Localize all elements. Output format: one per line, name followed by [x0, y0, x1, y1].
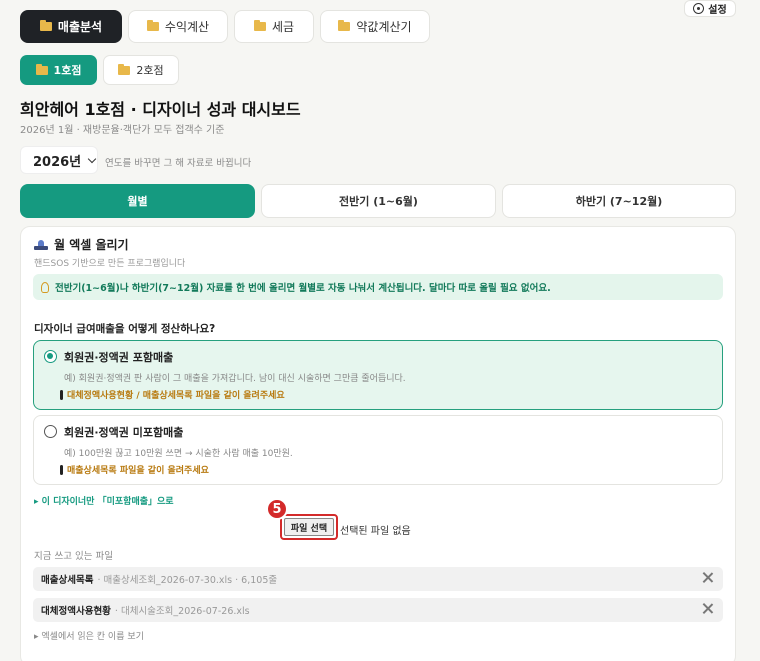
option-title: 회원권·정액권 미포함매출: [64, 426, 184, 439]
file-info: · 매출상세조회_2026-07-30.xls · 6,105줄: [97, 575, 278, 586]
tip-banner: 전반기(1~6월)나 하반기(7~12월) 자료를 한 번에 올리면 월별로 자…: [33, 274, 723, 300]
close-icon[interactable]: [702, 603, 713, 614]
period-tab-monthly[interactable]: 월별: [20, 184, 255, 218]
tab-tax[interactable]: 세금: [234, 10, 314, 43]
option-desc: 예) 회원권·정액권 판 사람이 그 매출을 가져갑니다. 남이 대신 시술하면…: [64, 374, 406, 384]
year-select[interactable]: 2026년: [20, 146, 98, 174]
step-badge: 5: [266, 498, 288, 520]
period-label: 하반기 (7~12월): [575, 195, 663, 208]
option-note: 대체정액사용현황 / 매출상세목록 파일을 같이 올려주세요: [60, 388, 285, 401]
option-include-membership[interactable]: 회원권·정액권 포함매출 예) 회원권·정액권 판 사람이 그 매출을 가져갑니…: [33, 340, 723, 410]
page-title: 희안헤어 1호점 · 디자이너 성과 대시보드: [20, 100, 301, 119]
year-hint: 연도를 바꾸면 그 해 자료로 바뀝니다: [105, 158, 252, 169]
upload-heading: 월 엑셀 올리기: [34, 236, 129, 253]
tab-label: 약값계산기: [356, 20, 412, 34]
radio-selected[interactable]: [44, 350, 57, 363]
tab-drug-calculator[interactable]: 약값계산기: [320, 10, 430, 43]
year-value: 2026년: [33, 154, 82, 170]
file-name: 매출상세목록: [41, 575, 94, 586]
current-files-label: 지금 쓰고 있는 파일: [34, 551, 113, 562]
period-tab-second-half[interactable]: 하반기 (7~12월): [502, 184, 736, 218]
tab-label: 매출분석: [57, 20, 103, 34]
file-marker-icon: [60, 389, 63, 400]
file-name: 대체정액사용현황: [41, 606, 111, 617]
folder-icon: [39, 20, 52, 31]
folder-icon: [35, 63, 48, 75]
no-file-text: 선택된 파일 없음: [340, 526, 411, 537]
gear-icon: [693, 3, 705, 14]
file-marker-icon: [60, 464, 63, 475]
option-note-text: 대체정액사용현황 / 매출상세목록 파일을 같이 올려주세요: [67, 391, 285, 401]
settings-label: 설정: [708, 5, 727, 16]
lightbulb-icon: [41, 281, 49, 293]
tab-store-2[interactable]: 2호점: [103, 55, 179, 85]
per-designer-link[interactable]: ▸ 이 디자이너만 「미포함매출」으로: [34, 494, 174, 507]
settings-button[interactable]: 설정: [684, 0, 736, 17]
file-row: 매출상세목록 · 매출상세조회_2026-07-30.xls · 6,105줄: [33, 567, 723, 591]
tab-store-1[interactable]: 1호점: [20, 55, 97, 85]
upload-icon: [34, 239, 48, 250]
tip-text: 전반기(1~6월)나 하반기(7~12월) 자료를 한 번에 올리면 월별로 자…: [55, 283, 551, 294]
tab-profit-calc[interactable]: 수익계산: [128, 10, 228, 43]
page-subtitle: 2026년 1월 · 재방문율·객단가 모두 접객수 기준: [20, 125, 225, 136]
option-note: 매출상세목록 파일을 같이 올려주세요: [60, 463, 209, 476]
file-row: 대체정액사용현황 · 대체시술조회_2026-07-26.xls: [33, 598, 723, 622]
option-note-text: 매출상세목록 파일을 같이 올려주세요: [67, 466, 209, 476]
period-label: 전반기 (1~6월): [339, 195, 418, 208]
file-select-button[interactable]: 파일 선택: [284, 518, 334, 536]
folder-icon: [253, 20, 266, 31]
radio-unselected[interactable]: [44, 425, 57, 438]
tab-label: 세금: [271, 20, 295, 34]
tab-label: 수익계산: [164, 20, 210, 34]
chevron-down-icon: [87, 154, 97, 163]
store-label: 1호점: [53, 64, 82, 77]
folder-icon: [146, 20, 159, 31]
folder-icon: [338, 20, 351, 31]
period-label: 월별: [127, 195, 148, 208]
option-desc: 예) 100만원 끊고 10만원 쓰면 → 시술한 사람 매출 10만원.: [64, 449, 293, 459]
store-label: 2호점: [136, 64, 164, 77]
close-icon[interactable]: [702, 572, 713, 583]
folder-icon: [118, 63, 131, 75]
column-names-toggle[interactable]: ▸ 엑셀에서 읽은 칸 이름 보기: [34, 629, 144, 642]
upload-title: 월 엑셀 올리기: [54, 238, 129, 252]
period-tab-first-half[interactable]: 전반기 (1~6월): [261, 184, 496, 218]
option-exclude-membership[interactable]: 회원권·정액권 미포함매출 예) 100만원 끊고 10만원 쓰면 → 시술한 …: [33, 415, 723, 485]
settlement-question: 디자이너 급여매출을 어떻게 정산하나요?: [34, 323, 216, 335]
upload-subtitle: 핸드SOS 기반으로 만든 프로그램입니다: [34, 259, 186, 269]
tab-sales-analysis[interactable]: 매출분석: [20, 10, 122, 43]
file-info: · 대체시술조회_2026-07-26.xls: [114, 606, 250, 617]
option-title: 회원권·정액권 포함매출: [64, 351, 174, 364]
